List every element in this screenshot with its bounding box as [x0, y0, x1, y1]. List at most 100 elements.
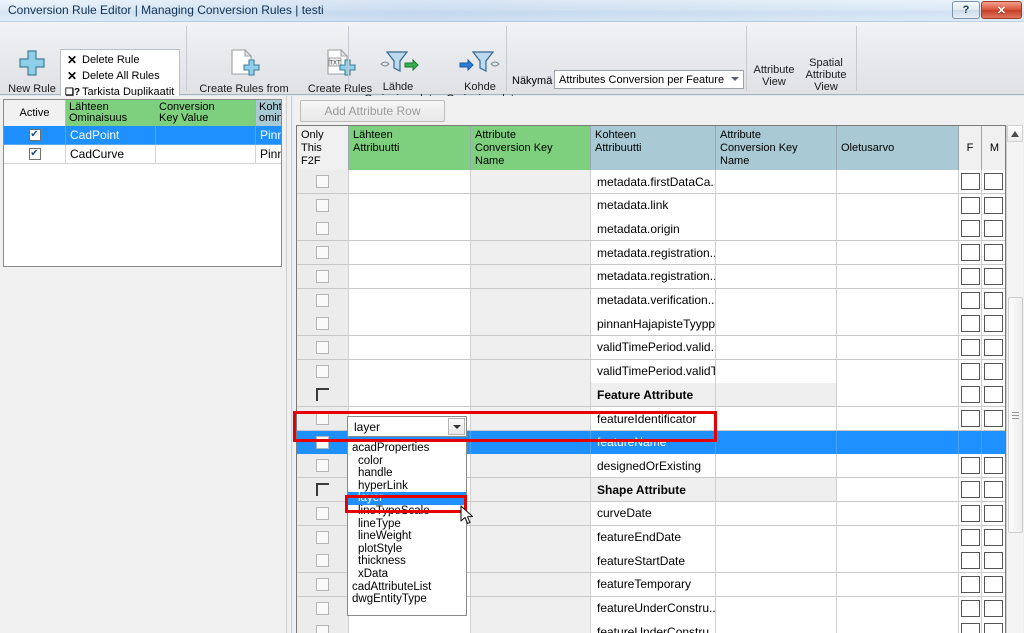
f-flag-cell[interactable] — [959, 407, 982, 431]
table-row[interactable]: validTimePeriod.valid... — [297, 335, 1005, 360]
only-this-f2f-cell[interactable] — [297, 335, 349, 360]
target-attribute-cell[interactable]: validTimePeriod.valid... — [591, 335, 716, 360]
target-conversion-key-cell[interactable] — [716, 549, 837, 574]
m-flag-cell[interactable] — [982, 501, 1005, 526]
menu-item-delete-rule[interactable]: ✕ Delete Rule — [65, 52, 140, 68]
f-flag-checkbox[interactable] — [960, 623, 980, 633]
source-attribute-cell[interactable] — [349, 620, 471, 633]
source-conversion-key-cell[interactable] — [471, 478, 591, 503]
only-this-f2f-checkbox[interactable] — [316, 269, 329, 283]
only-this-f2f-cell[interactable] — [297, 525, 349, 550]
rule-active-checkbox[interactable]: ✔ — [28, 148, 41, 160]
rule-target-cell[interactable]: Pinnar — [256, 145, 281, 164]
only-this-f2f-cell[interactable] — [297, 264, 349, 289]
target-attribute-cell[interactable]: metadata.verification... — [591, 288, 716, 313]
default-value-cell[interactable] — [837, 335, 959, 360]
f-flag-cell[interactable] — [959, 572, 982, 597]
m-flag-checkbox[interactable] — [984, 291, 1003, 309]
only-this-f2f-cell[interactable] — [297, 383, 349, 408]
source-attribute-cell[interactable] — [349, 359, 471, 384]
target-conversion-key-cell[interactable] — [716, 312, 837, 337]
table-row[interactable]: ✔ CadCurve Pinnar — [4, 145, 281, 164]
table-row[interactable]: metadata.registration... — [297, 264, 1005, 289]
target-attribute-cell[interactable]: designedOrExisting — [591, 454, 716, 479]
f-flag-cell[interactable] — [959, 525, 982, 550]
source-conversion-key-cell[interactable] — [471, 312, 591, 337]
source-conversion-key-cell[interactable] — [471, 525, 591, 550]
f-flag-checkbox[interactable] — [960, 457, 980, 475]
m-flag-checkbox[interactable] — [984, 362, 1003, 380]
f-flag-cell[interactable] — [959, 596, 982, 621]
f-flag-cell[interactable] — [959, 288, 982, 313]
dropdown-option[interactable]: handle — [348, 467, 466, 480]
spatial-attribute-view-button[interactable]: Spatial Attribute View — [800, 51, 852, 93]
m-flag-cell[interactable] — [982, 525, 1005, 550]
m-flag-cell[interactable] — [982, 288, 1005, 313]
m-flag-checkbox[interactable] — [984, 196, 1003, 214]
f-flag-cell[interactable] — [959, 312, 982, 337]
target-conversion-key-cell[interactable] — [716, 407, 837, 431]
only-this-f2f-cell[interactable] — [297, 217, 349, 242]
add-attribute-row-button[interactable]: Add Attribute Row — [300, 100, 445, 122]
target-attribute-cell[interactable]: featureUnderConstru... — [591, 620, 716, 633]
target-conversion-key-cell[interactable] — [716, 620, 837, 633]
m-flag-checkbox[interactable] — [984, 386, 1003, 404]
only-this-f2f-checkbox[interactable] — [316, 246, 329, 260]
target-conversion-key-cell[interactable] — [716, 359, 837, 384]
f-flag-checkbox[interactable] — [960, 244, 980, 262]
rules-header-source-property[interactable]: Lähteen Ominaisuus — [66, 100, 156, 126]
attr-header-m[interactable]: M — [982, 126, 1005, 170]
scrollbar-thumb[interactable] — [1008, 297, 1023, 533]
default-value-cell[interactable] — [837, 407, 959, 431]
f-flag-checkbox[interactable] — [960, 504, 980, 522]
target-attribute-cell[interactable]: featureStartDate — [591, 549, 716, 574]
default-value-cell[interactable] — [837, 572, 959, 597]
target-attribute-cell[interactable]: metadata.origin — [591, 217, 716, 242]
panel-splitter[interactable] — [286, 96, 292, 633]
only-this-f2f-cell[interactable] — [297, 620, 349, 633]
table-row[interactable]: metadata.firstDataCa... — [297, 170, 1005, 194]
menu-item-delete-all-rules[interactable]: ✕ Delete All Rules — [65, 68, 160, 84]
f-flag-checkbox[interactable] — [960, 528, 980, 546]
source-conversion-key-cell[interactable] — [471, 572, 591, 597]
m-flag-cell[interactable] — [982, 264, 1005, 289]
source-conversion-key-cell[interactable] — [471, 264, 591, 289]
default-value-cell[interactable] — [837, 430, 959, 455]
source-conversion-key-cell[interactable] — [471, 549, 591, 574]
dropdown-option[interactable]: hyperLink — [348, 480, 466, 493]
f-flag-checkbox[interactable] — [960, 291, 980, 309]
attr-header-target-conversion-key[interactable]: Attribute Conversion Key Name — [716, 126, 837, 170]
default-value-cell[interactable] — [837, 383, 959, 408]
only-this-f2f-checkbox[interactable] — [316, 625, 329, 633]
only-this-f2f-cell[interactable] — [297, 241, 349, 266]
rules-header-active[interactable]: Active — [4, 100, 66, 126]
only-this-f2f-checkbox[interactable] — [316, 601, 329, 615]
target-conversion-key-cell[interactable] — [716, 430, 837, 455]
target-attribute-cell[interactable]: metadata.link — [591, 193, 716, 218]
view-selector-dropdown[interactable]: Attributes Conversion per Feature — [554, 70, 744, 89]
f-flag-checkbox[interactable] — [960, 386, 980, 404]
target-attribute-cell[interactable]: featureEndDate — [591, 525, 716, 550]
source-attribute-combobox[interactable]: layer — [347, 416, 467, 437]
only-this-f2f-checkbox[interactable] — [316, 412, 329, 425]
f-flag-cell[interactable] — [959, 454, 982, 479]
scroll-up-arrow-icon[interactable] — [1007, 125, 1023, 142]
f-flag-checkbox[interactable] — [960, 362, 980, 380]
m-flag-cell[interactable] — [982, 478, 1005, 503]
default-value-cell[interactable] — [837, 525, 959, 550]
m-flag-cell[interactable] — [982, 383, 1005, 408]
m-flag-cell[interactable] — [982, 170, 1005, 194]
dropdown-option[interactable]: lineTypeScale — [348, 505, 466, 518]
target-conversion-key-cell[interactable] — [716, 454, 837, 479]
rule-key-value-cell[interactable] — [156, 126, 256, 145]
only-this-f2f-cell[interactable] — [297, 312, 349, 337]
m-flag-checkbox[interactable] — [984, 623, 1003, 633]
dropdown-option[interactable]: lineWeight — [348, 530, 466, 543]
target-conversion-key-cell[interactable] — [716, 264, 837, 289]
f-flag-cell[interactable] — [959, 335, 982, 360]
only-this-f2f-cell[interactable] — [297, 572, 349, 597]
dropdown-option[interactable]: lineType — [348, 518, 466, 531]
default-value-cell[interactable] — [837, 312, 959, 337]
m-flag-cell[interactable] — [982, 241, 1005, 266]
default-value-cell[interactable] — [837, 170, 959, 194]
